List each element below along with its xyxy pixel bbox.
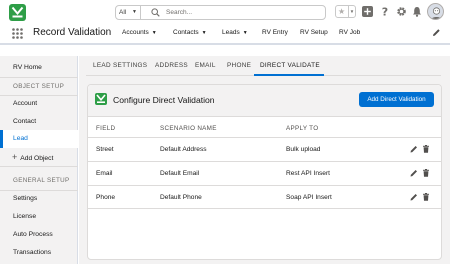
cell-field: Email (96, 170, 113, 177)
sidebar-section-general-setup: GENERAL SETUP (13, 177, 70, 184)
plus-icon: + (12, 152, 18, 162)
settings-sidebar: RV Home OBJECT SETUP Account Contact Lea… (0, 56, 78, 264)
column-header-scenario-name[interactable]: SCENARIO NAME (160, 124, 217, 134)
add-object-button[interactable]: + Add Object (0, 148, 78, 166)
search-scope-label: All (119, 9, 127, 16)
table-row: Street Default Address Bulk upload (88, 137, 441, 161)
notifications-bell-icon[interactable] (412, 6, 422, 17)
sidebar-item-transactions[interactable]: Transactions (0, 244, 78, 262)
nav-item-rv-job[interactable]: RV Job (339, 27, 360, 39)
delete-trash-icon[interactable] (422, 193, 430, 201)
cell-scenario-name: Default Phone (160, 194, 202, 201)
tab-direct-validate[interactable]: DIRECT VALIDATE (260, 61, 320, 71)
delete-trash-icon[interactable] (422, 169, 430, 177)
cell-apply-to: Bulk upload (286, 146, 321, 153)
sidebar-item-lead[interactable]: Lead (0, 130, 78, 148)
nav-item-rv-entry[interactable]: RV Entry (262, 27, 288, 39)
svg-text:?: ? (382, 6, 388, 17)
user-avatar[interactable] (427, 3, 444, 20)
column-header-apply-to[interactable]: APPLY TO (286, 124, 318, 134)
tab-lead-settings[interactable]: LEAD SETTINGS (93, 61, 147, 71)
edit-pencil-icon[interactable] (410, 193, 418, 201)
sidebar-item-auto-process[interactable]: Auto Process (0, 226, 78, 244)
global-actions-plus-icon[interactable] (362, 6, 373, 17)
column-header-field[interactable]: FIELD (96, 124, 115, 134)
sidebar-divider (0, 166, 78, 167)
app-navigation-bar: Record Validation Accounts ▼ Contacts ▼ Le… (0, 23, 450, 45)
chevron-down-icon[interactable]: ▼ (202, 30, 207, 36)
card-title: Configure Direct Validation (113, 95, 215, 105)
nav-item-label: Accounts (122, 29, 149, 36)
tab-phone[interactable]: PHONE (227, 61, 251, 71)
active-tab-indicator (254, 74, 324, 76)
table-row: Email Default Email Rest API Insert (88, 161, 441, 185)
add-direct-validation-button[interactable]: Add Direct Validation (359, 92, 434, 107)
cell-scenario-name: Default Address (160, 146, 207, 153)
nav-item-contacts[interactable]: Contacts ▼ (173, 27, 207, 39)
sidebar-section-object-setup: OBJECT SETUP (13, 83, 65, 90)
edit-pencil-icon[interactable] (410, 169, 418, 177)
app-name: Record Validation (33, 27, 112, 38)
add-object-label: Add Object (20, 155, 54, 162)
cell-apply-to: Soap API Insert (286, 194, 332, 201)
sidebar-item-account[interactable]: Account (0, 95, 78, 113)
chevron-down-icon[interactable]: ▼ (152, 30, 157, 36)
record-validation-logo-icon (95, 93, 107, 105)
nav-item-accounts[interactable]: Accounts ▼ (122, 27, 157, 39)
search-icon (151, 8, 160, 17)
table-row: Phone Default Phone Soap API Insert (88, 185, 441, 209)
logo-mark-icon (11, 6, 24, 18)
global-search[interactable]: All ▼ Search... (115, 5, 326, 20)
tab-email[interactable]: EMAIL (195, 61, 216, 71)
nav-item-label: Contacts (173, 29, 199, 36)
cell-field: Phone (96, 194, 116, 201)
chevron-down-icon[interactable]: ▼ (243, 30, 248, 36)
card-header: Configure Direct Validation Add Direct V… (88, 85, 441, 117)
nav-item-rv-setup[interactable]: RV Setup (300, 27, 328, 39)
object-tabs: LEAD SETTINGS ADDRESS EMAIL PHONE DIRECT… (86, 56, 441, 76)
app-logo[interactable] (9, 4, 26, 21)
cell-apply-to: Rest API Insert (286, 170, 330, 177)
nav-item-label: Leads (222, 29, 240, 36)
favorite-star-icon[interactable]: ★ (338, 6, 345, 17)
sidebar-item-contact[interactable]: Contact (0, 113, 78, 131)
chevron-down-icon: ▼ (132, 9, 137, 15)
direct-validation-card: Configure Direct Validation Add Direct V… (87, 84, 442, 260)
app-launcher-waffle-icon[interactable] (12, 28, 23, 39)
cell-field: Street (96, 146, 114, 153)
edit-pencil-icon[interactable] (410, 145, 418, 153)
tab-address[interactable]: ADDRESS (155, 61, 188, 71)
user-avatar-icon (431, 7, 442, 19)
help-question-icon[interactable]: ? (381, 6, 389, 17)
edit-nav-pencil-icon[interactable] (432, 28, 441, 37)
delete-trash-icon[interactable] (422, 145, 430, 153)
sidebar-item-license[interactable]: License (0, 208, 78, 226)
cell-scenario-name: Default Email (160, 170, 200, 177)
sidebar-item-settings[interactable]: Settings (0, 190, 78, 208)
favorites-button-group: ★ ▼ (335, 5, 356, 18)
main-content: LEAD SETTINGS ADDRESS EMAIL PHONE DIRECT… (79, 56, 450, 264)
sidebar-item-rv-home[interactable]: RV Home (0, 59, 78, 77)
global-header: All ▼ Search... ★ ▼ ? (0, 0, 450, 23)
favorites-menu-chevron-icon[interactable]: ▼ (348, 6, 355, 17)
search-scope-select[interactable]: All ▼ (116, 6, 141, 19)
setup-gear-icon[interactable] (396, 6, 407, 17)
nav-item-leads[interactable]: Leads ▼ (222, 27, 248, 39)
search-input[interactable]: Search... (166, 6, 192, 19)
